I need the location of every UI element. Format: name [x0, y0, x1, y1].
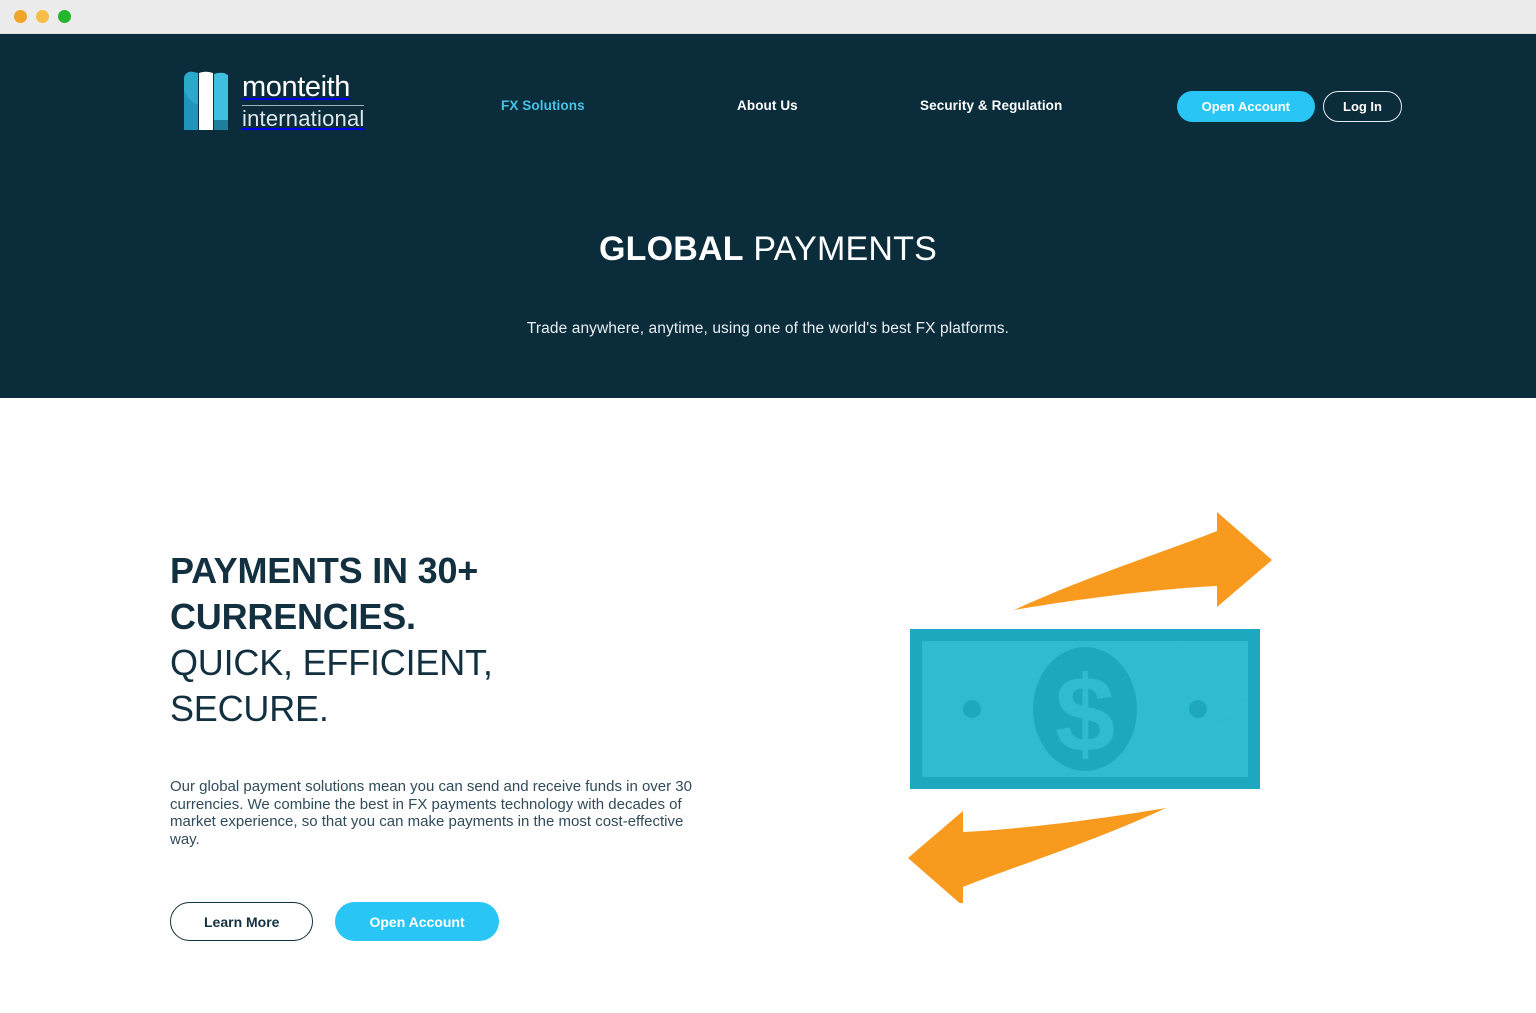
- nav-link-fx-solutions[interactable]: FX Solutions: [501, 98, 585, 113]
- learn-more-button[interactable]: Learn More: [170, 902, 314, 941]
- headline-light-line-2: SECURE.: [170, 688, 329, 729]
- payments-copy-block: PAYMENTS IN 30+ CURRENCIES. QUICK, EFFIC…: [170, 548, 730, 941]
- nav-link-security-regulation[interactable]: Security & Regulation: [920, 98, 1062, 113]
- window-title-bar: [0, 0, 1536, 34]
- banknote-icon: $: [910, 629, 1260, 789]
- hero-title-light: PAYMENTS: [753, 230, 937, 268]
- outgoing-payment-arrow-icon: [1014, 512, 1272, 610]
- nav-link-group: FX Solutions About Us Security & Regulat…: [0, 34, 1536, 138]
- page-content: monteith international FX Solutions Abou…: [0, 34, 1536, 1013]
- nav-link-about-us[interactable]: About Us: [737, 98, 798, 113]
- headline-light-line-1: QUICK, EFFICIENT,: [170, 642, 493, 683]
- payments-section: PAYMENTS IN 30+ CURRENCIES. QUICK, EFFIC…: [0, 398, 1536, 1013]
- hero-title-spacer: [744, 230, 754, 268]
- hero-title: GLOBAL PAYMENTS: [0, 230, 1536, 269]
- hero-title-bold: GLOBAL: [599, 230, 744, 268]
- minimize-window-button[interactable]: [36, 10, 49, 23]
- incoming-payment-arrow-icon: [908, 808, 1166, 903]
- maximize-window-button[interactable]: [58, 10, 71, 23]
- payments-body-text: Our global payment solutions mean you ca…: [170, 778, 692, 848]
- nav-action-buttons: Open Account Log In: [1176, 91, 1402, 122]
- global-payments-illustration: $: [880, 503, 1300, 903]
- payments-cta-row: Learn More Open Account: [170, 902, 730, 941]
- hero-subtitle: Trade anywhere, anytime, using one of th…: [526, 320, 1010, 337]
- payments-headline: PAYMENTS IN 30+ CURRENCIES. QUICK, EFFIC…: [170, 548, 730, 732]
- hero-section: monteith international FX Solutions Abou…: [0, 34, 1536, 398]
- nav-open-account-button[interactable]: Open Account: [1176, 91, 1315, 122]
- headline-bold-line-1: PAYMENTS IN 30+: [170, 550, 479, 591]
- dollar-symbol: $: [1055, 653, 1115, 774]
- close-window-button[interactable]: [14, 10, 27, 23]
- open-account-button[interactable]: Open Account: [335, 902, 499, 941]
- nav-log-in-button[interactable]: Log In: [1323, 91, 1402, 122]
- headline-bold-line-2: CURRENCIES.: [170, 596, 416, 637]
- traffic-lights: [14, 10, 71, 23]
- main-navigation: monteith international FX Solutions Abou…: [0, 34, 1536, 138]
